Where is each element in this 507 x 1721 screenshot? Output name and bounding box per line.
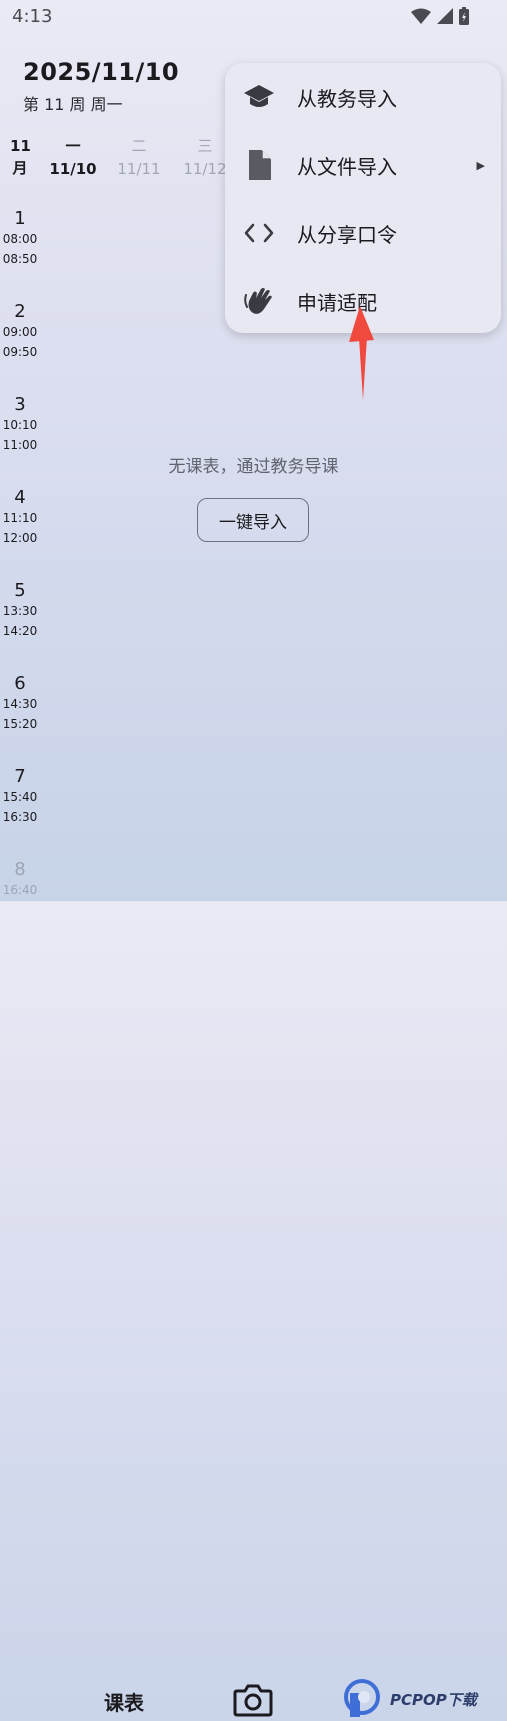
period-end: 16:30 <box>2 810 38 824</box>
period-7: 7 15:40 16:30 <box>0 766 40 827</box>
period-start: 10:10 <box>2 418 38 432</box>
watermark-text: PCPOP下载 <box>390 1690 477 1709</box>
empty-schedule-message: 无课表，通过教务导课 <box>168 457 339 477</box>
status-bar: 4:13 <box>0 0 507 34</box>
period-end: 12:00 <box>2 531 38 545</box>
code-icon <box>243 217 275 249</box>
period-start: 15:40 <box>2 790 38 804</box>
day-date: 11/11 <box>117 160 161 178</box>
file-icon <box>243 149 275 181</box>
import-menu: 从教务导入 从文件导入 ▶ 从分享口令 申请适配 <box>225 63 501 333</box>
menu-item-import-from-file[interactable]: 从文件导入 ▶ <box>225 131 501 199</box>
period-3: 3 10:10 11:00 <box>0 394 40 455</box>
period-number: 5 <box>14 580 26 601</box>
graduation-cap-icon <box>243 81 275 113</box>
period-end: 09:50 <box>2 345 38 359</box>
waving-hand-icon <box>243 285 275 317</box>
menu-item-label: 从教务导入 <box>297 86 397 111</box>
month-number: 11 <box>10 137 31 155</box>
period-4: 4 11:10 12:00 <box>0 487 40 548</box>
battery-icon <box>459 7 469 25</box>
period-end: 15:20 <box>2 717 38 731</box>
period-2: 2 09:00 09:50 <box>0 301 40 362</box>
period-number: 2 <box>14 301 26 322</box>
menu-item-label: 从分享口令 <box>297 222 397 247</box>
month-label: 11 月 <box>10 135 31 179</box>
day-column-tue[interactable]: 二 11/11 <box>110 135 168 178</box>
current-date: 2025/11/10 <box>23 58 180 86</box>
day-date: 11/10 <box>49 160 97 178</box>
period-number: 7 <box>14 766 26 787</box>
period-number: 4 <box>14 487 26 508</box>
period-start: 08:00 <box>2 232 38 246</box>
watermark: PCPOP下载 <box>344 1679 477 1719</box>
signal-icon <box>437 8 453 24</box>
period-number: 1 <box>14 208 26 229</box>
period-start: 13:30 <box>2 604 38 618</box>
period-number: 3 <box>14 394 26 415</box>
one-click-import-button[interactable]: 一键导入 <box>197 498 309 542</box>
camera-icon[interactable] <box>233 1683 273 1721</box>
period-start: 11:10 <box>2 511 38 525</box>
tab-schedule[interactable]: 课表 <box>104 1687 144 1716</box>
status-time: 4:13 <box>12 6 53 27</box>
period-number: 6 <box>14 673 26 694</box>
submenu-arrow-icon: ▶ <box>476 158 485 172</box>
period-5: 5 13:30 14:20 <box>0 580 40 641</box>
period-start: 14:30 <box>2 697 38 711</box>
month-unit: 月 <box>12 159 28 177</box>
bottom-nav: 课表 PCPOP下载 <box>0 831 507 1717</box>
period-end: 14:20 <box>2 624 38 638</box>
day-name: 一 <box>65 137 81 155</box>
day-column-mon[interactable]: 一 11/10 <box>44 135 102 178</box>
wifi-icon <box>411 8 431 24</box>
period-1: 1 08:00 08:50 <box>0 208 40 269</box>
period-end: 08:50 <box>2 252 38 266</box>
menu-item-import-from-share-code[interactable]: 从分享口令 <box>225 199 501 267</box>
pcpop-logo-icon <box>344 1679 380 1717</box>
week-info: 第 11 周 周一 <box>23 95 123 114</box>
annotation-arrow-icon <box>349 306 374 400</box>
period-6: 6 14:30 15:20 <box>0 673 40 734</box>
menu-item-import-from-academic[interactable]: 从教务导入 <box>225 63 501 131</box>
day-name: 二 <box>131 137 147 155</box>
status-icons <box>411 7 469 25</box>
period-start: 09:00 <box>2 325 38 339</box>
menu-item-label: 从文件导入 <box>297 154 397 179</box>
